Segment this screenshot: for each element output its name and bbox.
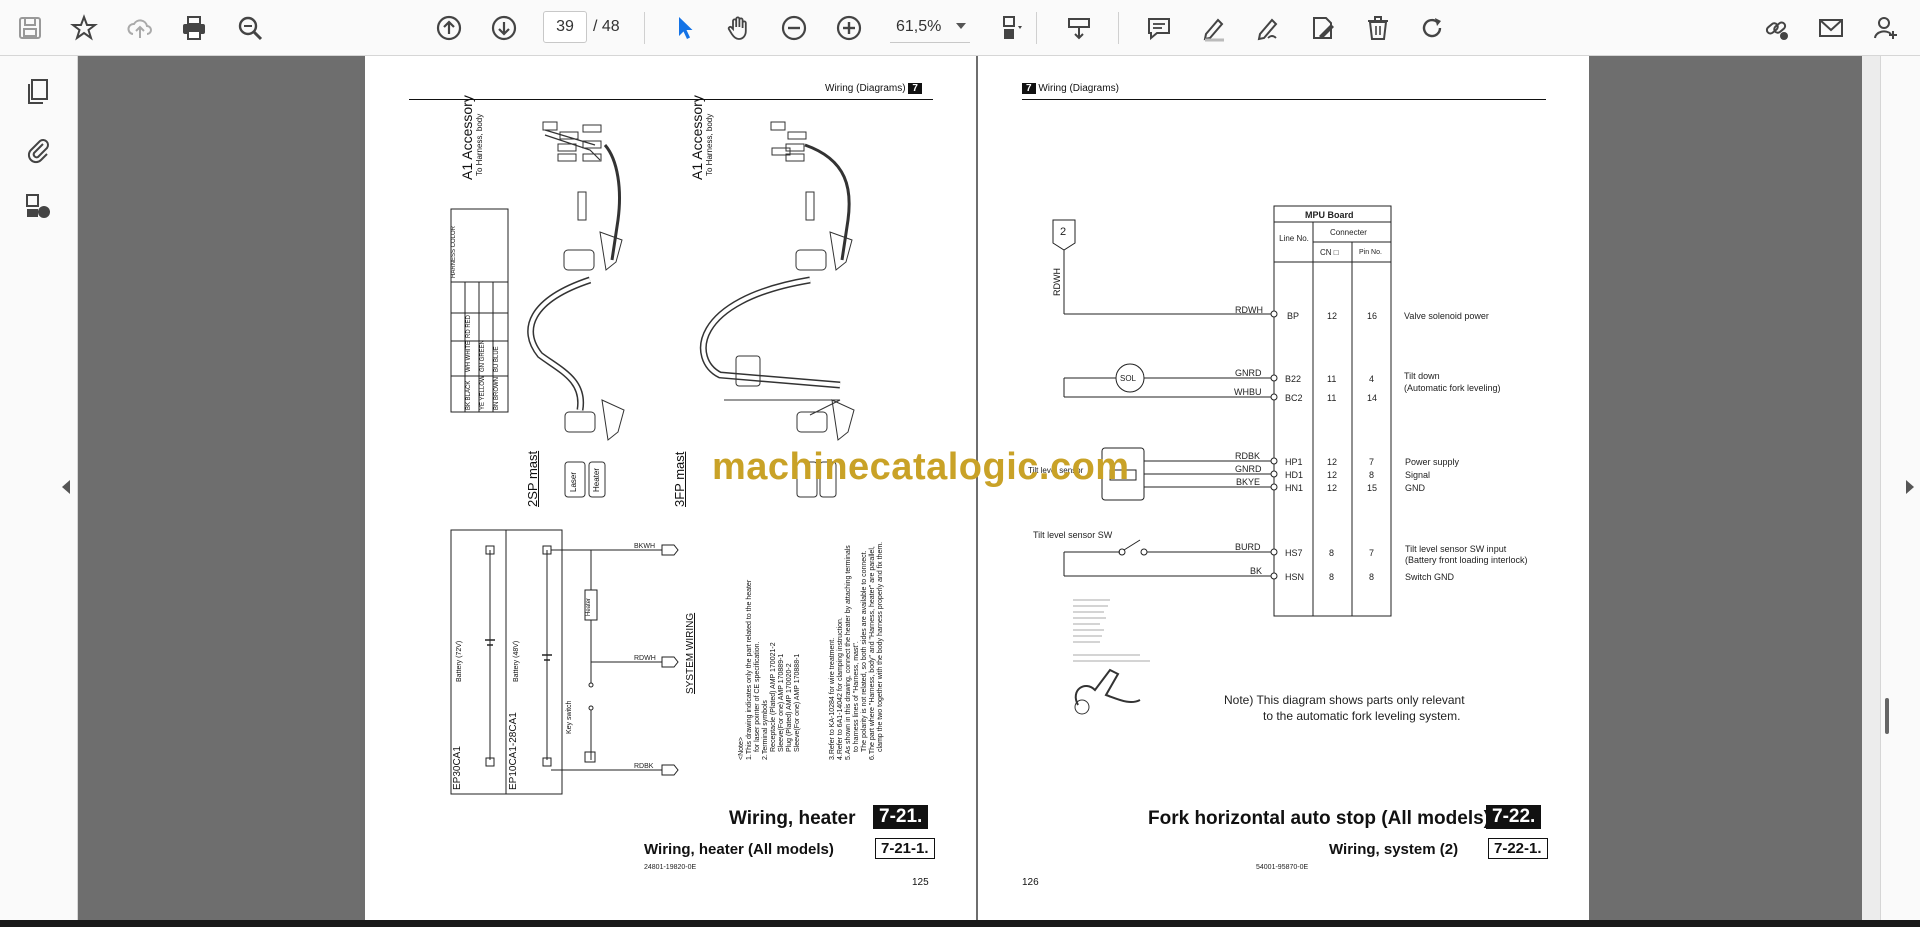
mpu-board-label: MPU Board [1305, 210, 1354, 220]
page-title-right: Fork horizontal auto stop (All models) [1148, 808, 1490, 829]
tilt-level-sensor-sw-label: Tilt level sensor SW [1033, 530, 1113, 540]
line-no-cell: BC2 [1285, 393, 1303, 403]
cn-cell: 12 [1327, 311, 1338, 321]
signal-description: Tilt level sensor SW input [1405, 544, 1507, 554]
wire-label: RDBK [1235, 451, 1261, 461]
line-no-cell: HS7 [1285, 548, 1303, 558]
cn-cell: 12 [1327, 457, 1338, 467]
signal-description: (Automatic fork leveling) [1404, 383, 1501, 393]
wire-label: GNRD [1235, 368, 1262, 378]
connector-header: Connecter [1330, 228, 1367, 237]
wire-label: GNRD [1235, 464, 1262, 474]
pin-cell: 16 [1367, 311, 1378, 321]
pin-cell: 7 [1369, 548, 1375, 558]
line-no-cell: HP1 [1285, 457, 1303, 467]
page-subtitle-right: Wiring, system (2) [1329, 841, 1459, 858]
line-no-header: Line No. [1279, 234, 1309, 243]
wire-label: BURD [1235, 542, 1261, 552]
diagram-note-line-1: Note) This diagram shows parts only rele… [1224, 693, 1465, 707]
signal-description: Switch GND [1405, 572, 1455, 582]
document-number-right: 54001-95870-0E [1256, 864, 1309, 871]
wire-label: RDWH [1235, 305, 1263, 315]
pin-cell: 8 [1369, 572, 1375, 582]
pin-cell: 15 [1367, 483, 1378, 493]
diagram-note-line-2: to the automatic fork leveling system. [1263, 709, 1461, 723]
interlock-description: (Battery front loading interlock) [1405, 555, 1528, 565]
cn-cell: 12 [1327, 470, 1338, 480]
pin-no-header: Pin No. [1359, 249, 1382, 256]
line-no-cell: HSN [1285, 572, 1305, 582]
expand-right-panel-icon[interactable] [1906, 480, 1914, 494]
watermark-text: machinecatalogic.com [712, 446, 1130, 488]
vertical-scrollbar[interactable] [1862, 56, 1880, 920]
cn-header: CN □ [1320, 248, 1339, 257]
line-no-cell: BP [1287, 311, 1300, 321]
bottom-taskbar [0, 920, 1920, 927]
wire-label: BK [1250, 566, 1263, 576]
signal-description: Signal [1405, 470, 1431, 480]
line-no-cell: B22 [1285, 374, 1302, 384]
signal-description: Power supply [1405, 457, 1460, 467]
sol-label: SOL [1120, 374, 1137, 383]
signal-description: Tilt down [1404, 371, 1440, 381]
section-number-right: 7-22. [1486, 805, 1542, 829]
signal-description: GND [1405, 483, 1425, 493]
scrollbar-thumb[interactable] [1885, 698, 1889, 734]
wire-rdwh-vertical: RDWH [1052, 268, 1062, 296]
wire-label: WHBU [1234, 387, 1262, 397]
pin-cell: 4 [1369, 374, 1375, 384]
cn-cell: 11 [1327, 393, 1337, 403]
cn-cell: 8 [1329, 548, 1335, 558]
right-panel [1880, 56, 1920, 920]
cn-cell: 11 [1327, 374, 1337, 384]
wire-label: BKYE [1236, 477, 1261, 487]
pin-cell: 8 [1369, 470, 1375, 480]
subsection-number-right: 7-22-1. [1488, 838, 1548, 859]
cn-cell: 8 [1329, 572, 1335, 582]
signal-description: Valve solenoid power [1404, 311, 1489, 321]
page-number-right: 126 [1022, 877, 1039, 888]
cn-cell: 12 [1327, 483, 1338, 493]
pin-cell: 7 [1369, 457, 1375, 467]
line-no-cell: HD1 [1285, 470, 1304, 480]
line-no-cell: HN1 [1285, 483, 1304, 493]
pin-cell: 14 [1367, 393, 1378, 403]
reference-2-label: 2 [1060, 226, 1067, 238]
